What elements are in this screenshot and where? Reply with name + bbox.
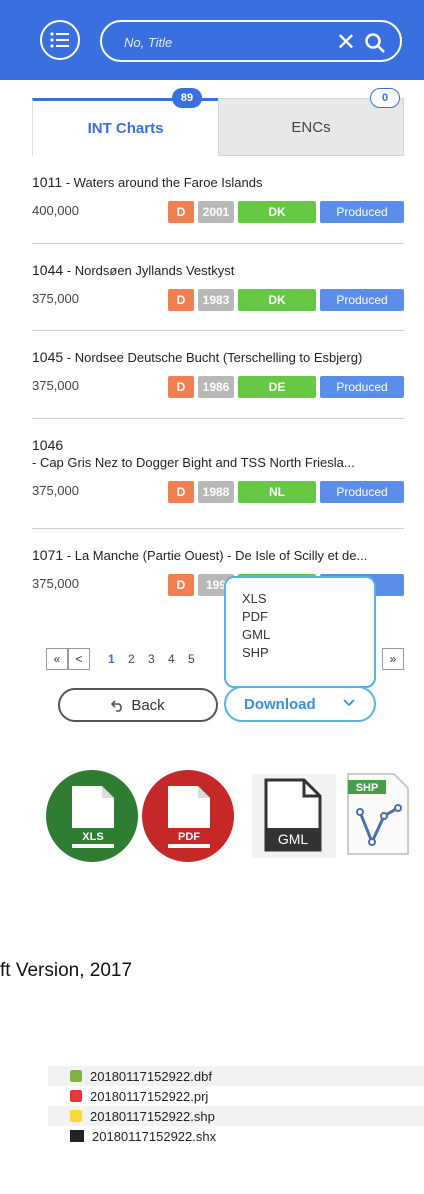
status-badge: Produced: [320, 481, 404, 503]
search-box: ✕: [100, 20, 402, 62]
chart-tabs: INT Charts ENCs 89 0: [32, 88, 404, 156]
file-name: 20180117152922.shp: [90, 1108, 215, 1124]
country-badge: DE: [238, 376, 316, 398]
shp-icon-label: SHP: [356, 782, 379, 794]
xls-file-icon: XLS: [46, 770, 138, 862]
file-name: 20180117152922.dbf: [90, 1068, 212, 1084]
chart-scale: 400,000: [32, 203, 79, 218]
page-5-link[interactable]: 5: [188, 652, 195, 666]
search-input[interactable]: [124, 32, 304, 52]
chart-title: 1046 - Cap Gris Nez to Dogger Bight and T…: [32, 437, 404, 471]
edition-badge: D: [168, 201, 194, 223]
page-1-link[interactable]: 1: [108, 652, 115, 666]
status-badge: Produced: [320, 289, 404, 311]
chart-scale: 375,000: [32, 378, 79, 393]
list-item[interactable]: 20180117152922.shp: [48, 1106, 424, 1126]
list-item[interactable]: 20180117152922.dbf: [48, 1066, 424, 1086]
pdf-file-icon: PDF: [142, 770, 234, 862]
chart-number: 1046: [32, 437, 64, 453]
back-label: Back: [131, 696, 165, 714]
chart-title: 1044 - Nordsøen Jyllands Vestkyst: [32, 262, 404, 279]
chart-scale: 375,000: [32, 483, 79, 498]
chart-scale: 375,000: [32, 576, 79, 591]
page-3-link[interactable]: 3: [148, 652, 155, 666]
list-item[interactable]: 20180117152922.prj: [48, 1086, 424, 1106]
chart-number: 1011: [32, 174, 63, 190]
download-label: Download: [244, 695, 316, 713]
edition-badge: D: [168, 376, 194, 398]
search-icon[interactable]: [364, 32, 386, 54]
status-badge: Produced: [320, 201, 404, 223]
chart-name: - Nordsee Deutsche Bucht (Terschelling t…: [63, 350, 363, 365]
clear-icon[interactable]: ✕: [336, 28, 356, 57]
chart-number: 1044: [32, 262, 64, 278]
shp-small-file-icon: [70, 1110, 82, 1122]
version-caption: ft Version, 2017: [0, 960, 133, 981]
int-charts-count-badge: 89: [172, 88, 202, 108]
tab-label: ENCs: [291, 118, 331, 136]
download-format-menu: XLS PDF GML SHP: [224, 576, 376, 688]
chart-title: 1071 - La Manche (Partie Ouest) - De Isl…: [32, 547, 404, 564]
country-badge: DK: [238, 201, 316, 223]
menu-item-xls[interactable]: XLS: [242, 590, 374, 608]
chart-title: 1011 - Waters around the Faroe Islands: [32, 174, 404, 191]
back-button[interactable]: Back: [58, 688, 218, 722]
dbf-file-icon: [70, 1070, 82, 1082]
app-header: ✕: [0, 0, 424, 80]
chart-number: 1071: [32, 547, 64, 563]
chevron-down-icon: [343, 699, 355, 707]
first-page-button[interactable]: «: [46, 648, 68, 670]
menu-button[interactable]: [40, 20, 80, 60]
menu-item-gml[interactable]: GML: [242, 626, 374, 644]
undo-arrow-icon: [111, 700, 123, 712]
xls-icon-label: XLS: [82, 831, 103, 843]
file-name: 20180117152922.shx: [92, 1128, 217, 1144]
list-item[interactable]: 1045 - Nordsee Deutsche Bucht (Terschell…: [32, 331, 404, 419]
chart-name: - Cap Gris Nez to Dogger Bight and TSS N…: [32, 455, 355, 470]
menu-item-pdf[interactable]: PDF: [242, 608, 374, 626]
edition-badge: D: [168, 574, 194, 596]
year-badge: 1986: [198, 376, 234, 398]
list-item[interactable]: 20180117152922.shx: [48, 1126, 424, 1146]
country-badge: DK: [238, 289, 316, 311]
status-badge: Produced: [320, 376, 404, 398]
gml-file-icon: GML: [252, 774, 336, 858]
file-name: 20180117152922.prj: [90, 1088, 209, 1104]
last-page-button[interactable]: »: [382, 648, 404, 670]
chart-number: 1045: [32, 349, 64, 365]
year-badge: 1988: [198, 481, 234, 503]
chart-name: - La Manche (Partie Ouest) - De Isle of …: [63, 548, 368, 563]
page-2-link[interactable]: 2: [128, 652, 135, 666]
list-item[interactable]: 1011 - Waters around the Faroe Islands 4…: [32, 166, 404, 244]
edition-badge: D: [168, 481, 194, 503]
list-item[interactable]: 1046 - Cap Gris Nez to Dogger Bight and T…: [32, 419, 404, 529]
country-badge: NL: [238, 481, 316, 503]
pdf-icon-label: PDF: [178, 831, 200, 843]
chart-title: 1045 - Nordsee Deutsche Bucht (Terschell…: [32, 349, 404, 366]
year-badge: 1983: [198, 289, 234, 311]
prj-file-icon: [70, 1090, 82, 1102]
tab-label: INT Charts: [87, 120, 164, 137]
shp-file-icon: SHP: [347, 773, 409, 855]
gml-icon-label: GML: [278, 831, 309, 847]
chart-name: - Waters around the Faroe Islands: [62, 175, 263, 190]
chart-name: - Nordsøen Jyllands Vestkyst: [63, 263, 235, 278]
shx-file-icon: [70, 1130, 84, 1142]
prev-page-button[interactable]: <: [68, 648, 90, 670]
menu-item-shp[interactable]: SHP: [242, 644, 374, 662]
list-item[interactable]: 1044 - Nordsøen Jyllands Vestkyst 375,00…: [32, 244, 404, 331]
edition-badge: D: [168, 289, 194, 311]
page-4-link[interactable]: 4: [168, 652, 175, 666]
year-badge: 2001: [198, 201, 234, 223]
chart-list: 1011 - Waters around the Faroe Islands 4…: [32, 166, 404, 609]
download-button[interactable]: Download: [224, 686, 376, 722]
list-menu-icon: [50, 32, 69, 48]
chart-scale: 375,000: [32, 291, 79, 306]
file-type-icons: XLS PDF GML SHP: [44, 768, 424, 862]
encs-count-badge: 0: [370, 88, 400, 108]
